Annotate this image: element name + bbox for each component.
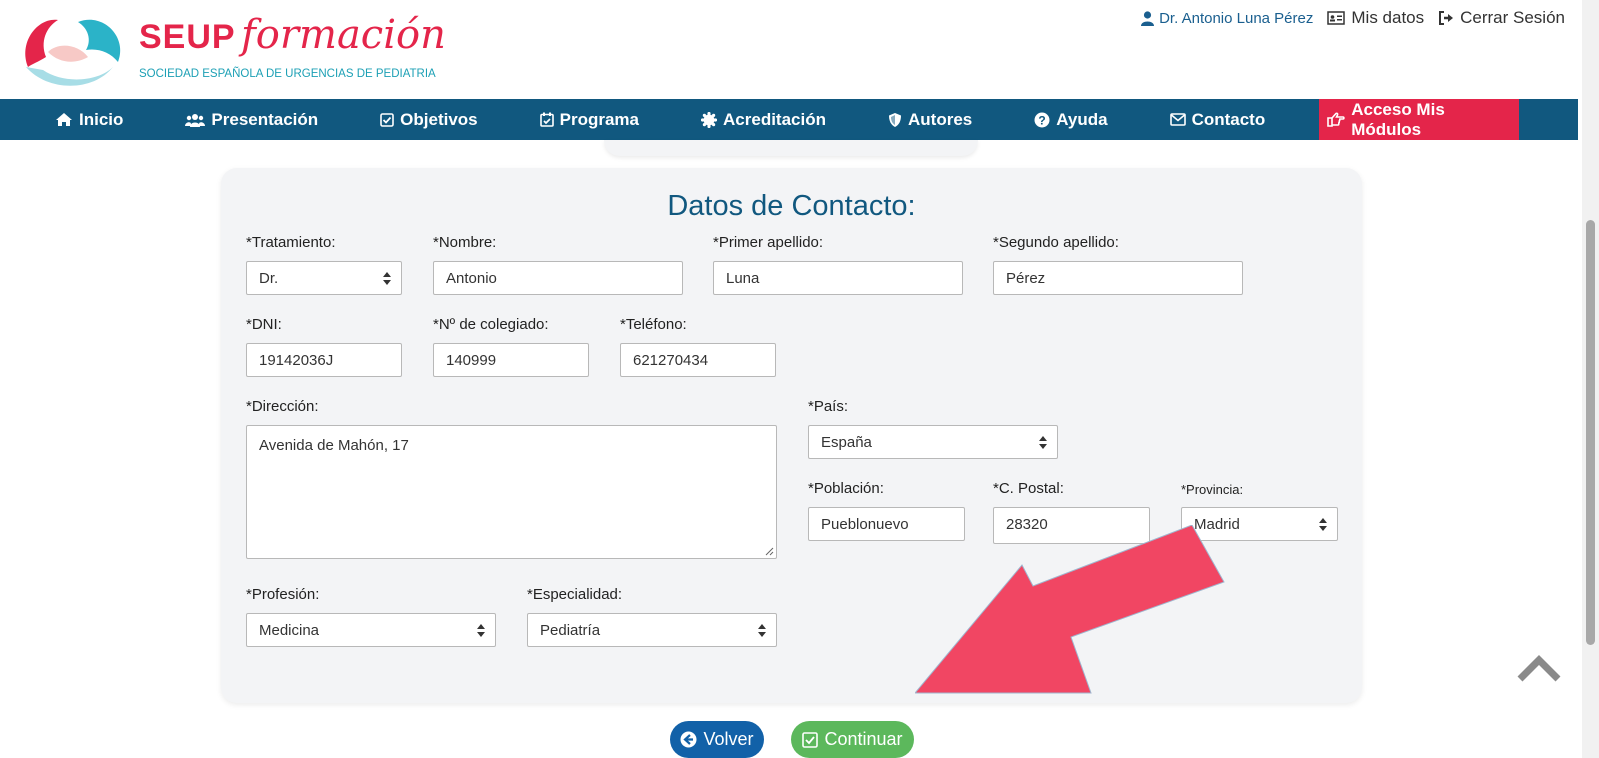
- tratamiento-value: Dr.: [259, 270, 279, 287]
- tratamiento-label: *Tratamiento:: [246, 234, 336, 251]
- telefono-value: 621270434: [633, 352, 709, 369]
- nav-item-label: Presentación: [211, 109, 319, 129]
- shield-icon: [889, 112, 901, 127]
- profesion-select[interactable]: Medicina: [246, 613, 496, 647]
- primer-apellido-input[interactable]: Luna: [713, 261, 963, 295]
- previous-card-edge: [604, 140, 978, 156]
- segundo-apellido-label: *Segundo apellido:: [993, 234, 1119, 251]
- dni-input[interactable]: 19142036J: [246, 343, 402, 377]
- back-button[interactable]: Volver: [670, 721, 764, 758]
- user-icon: [1141, 10, 1155, 26]
- nav-item-label: Ayuda: [1056, 109, 1108, 129]
- colegiado-input[interactable]: 140999: [433, 343, 589, 377]
- direccion-label: *Dirección:: [246, 398, 319, 415]
- nav-item-label: Inicio: [79, 109, 124, 129]
- nav-item-contacto[interactable]: Contacto: [1150, 99, 1286, 140]
- colegiado-label: *Nº de colegiado:: [433, 316, 549, 333]
- brand-name: SEUP: [139, 18, 236, 56]
- vertical-scrollbar[interactable]: [1582, 0, 1599, 758]
- colegiado-value: 140999: [446, 352, 497, 369]
- question-circle-icon: ?: [1034, 112, 1050, 127]
- primer-apellido-label: *Primer apellido:: [713, 234, 824, 251]
- check-square-icon: [802, 731, 819, 748]
- direccion-textarea[interactable]: Avenida de Mahón, 17: [246, 425, 777, 559]
- nombre-label: *Nombre:: [433, 234, 497, 251]
- svg-text:?: ?: [1039, 113, 1046, 127]
- arrow-circle-left-icon: [680, 731, 697, 748]
- scrollbar-thumb[interactable]: [1586, 220, 1595, 645]
- direccion-value: Avenida de Mahón, 17: [259, 437, 409, 454]
- brand-tagline: SOCIEDAD ESPAÑOLA DE URGENCIAS DE PEDIAT…: [139, 68, 436, 80]
- logout-link[interactable]: Cerrar Sesión: [1438, 8, 1565, 28]
- poblacion-value: Pueblonuevo: [821, 516, 909, 533]
- page: SEUP formación SOCIEDAD ESPAÑOLA DE URGE…: [0, 0, 1599, 758]
- pais-select[interactable]: España: [808, 425, 1058, 459]
- telefono-label: *Teléfono:: [620, 316, 687, 333]
- nav-item-acreditacion[interactable]: Acreditación: [681, 99, 846, 140]
- nombre-value: Antonio: [446, 270, 497, 287]
- especialidad-select[interactable]: Pediatría: [527, 613, 777, 647]
- back-button-label: Volver: [703, 729, 754, 749]
- users-icon: [185, 113, 206, 127]
- sign-out-icon: [1439, 11, 1454, 25]
- my-data-link[interactable]: Mis datos: [1327, 8, 1424, 28]
- resize-grip-icon[interactable]: [765, 547, 774, 556]
- envelope-icon: [1169, 113, 1186, 126]
- poblacion-label: *Población:: [808, 480, 884, 497]
- codigo-postal-label: *C. Postal:: [993, 480, 1064, 497]
- nombre-input[interactable]: Antonio: [433, 261, 683, 295]
- id-card-icon: [1327, 11, 1346, 25]
- home-icon: [56, 113, 72, 126]
- user-bar: Dr. Antonio Luna Pérez Mis datos Cerrar …: [1141, 8, 1565, 28]
- nav-item-inicio[interactable]: Inicio: [35, 99, 143, 140]
- logo-mark-icon: [25, 19, 121, 86]
- especialidad-label: *Especialidad:: [527, 586, 623, 603]
- hand-point-right-icon: [1327, 112, 1345, 127]
- primer-apellido-value: Luna: [726, 270, 760, 287]
- nav-item-ayuda[interactable]: ? Ayuda: [1014, 99, 1127, 140]
- continue-button-label: Continuar: [824, 729, 903, 749]
- pais-label: *País:: [808, 398, 849, 415]
- page-title: Datos de Contacto:: [667, 190, 916, 222]
- tratamiento-select[interactable]: Dr.: [246, 261, 402, 295]
- segundo-apellido-value: Pérez: [1006, 270, 1046, 287]
- provincia-label: *Provincia:: [1181, 482, 1244, 497]
- telefono-input[interactable]: 621270434: [620, 343, 776, 377]
- user-name: Dr. Antonio Luna Pérez: [1159, 9, 1314, 27]
- red-arrow-annotation: [915, 525, 1225, 694]
- nav-item-label: Contacto: [1191, 109, 1266, 129]
- dni-value: 19142036J: [259, 352, 334, 369]
- nav-item-label: Programa: [559, 109, 640, 129]
- logout-label: Cerrar Sesión: [1460, 8, 1565, 27]
- certificate-icon: [701, 111, 718, 128]
- dni-label: *DNI:: [246, 316, 282, 333]
- pais-value: España: [821, 434, 872, 451]
- segundo-apellido-input[interactable]: Pérez: [993, 261, 1243, 295]
- nav-item-acceso-mis-modulos[interactable]: Acceso Mis Módulos: [1319, 99, 1520, 140]
- nav-item-autores[interactable]: Autores: [868, 99, 992, 140]
- especialidad-value: Pediatría: [540, 622, 601, 639]
- nav-item-label: Acreditación: [723, 109, 826, 129]
- seup-logo[interactable]: SEUP formación SOCIEDAD ESPAÑOLA DE URGE…: [18, 12, 448, 92]
- nav-item-presentacion[interactable]: Presentación: [165, 99, 338, 140]
- profesion-label: *Profesión:: [246, 586, 320, 603]
- back-to-top-icon[interactable]: [1517, 655, 1561, 683]
- calendar-check-icon: [539, 112, 554, 127]
- nav-item-label: Acceso Mis Módulos: [1351, 99, 1445, 139]
- check-square-icon: [380, 112, 394, 127]
- main-nav: Inicio Presentación Objetivos Programa A…: [0, 99, 1578, 140]
- continue-button[interactable]: Continuar: [791, 721, 914, 758]
- nav-item-label: Objetivos: [400, 109, 478, 129]
- nav-item-objetivos[interactable]: Objetivos: [360, 99, 497, 140]
- brand-script: formación: [241, 12, 446, 58]
- nav-item-label: Autores: [908, 109, 973, 129]
- user-link[interactable]: Dr. Antonio Luna Pérez: [1141, 10, 1313, 27]
- profesion-value: Medicina: [259, 622, 320, 639]
- my-data-label: Mis datos: [1351, 8, 1425, 27]
- nav-item-programa[interactable]: Programa: [520, 99, 659, 140]
